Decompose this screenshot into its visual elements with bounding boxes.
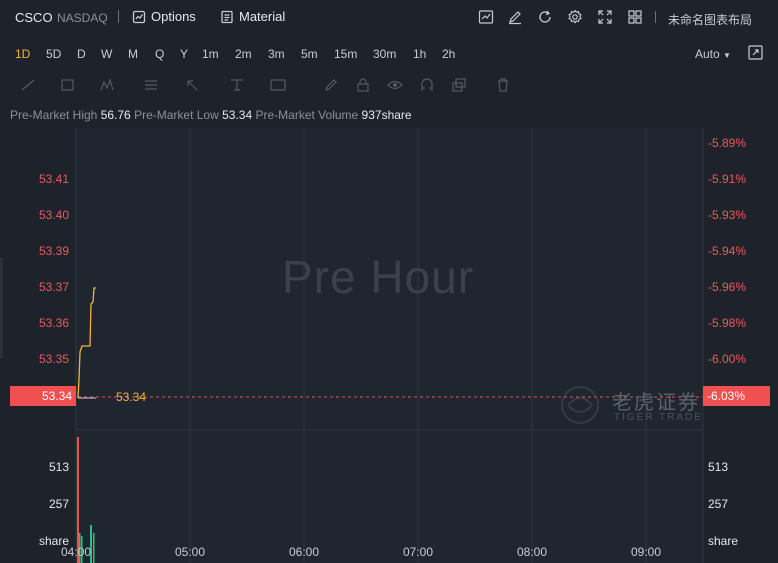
last-change-tag: -6.03% [703,386,770,406]
change-tick: -5.91% [708,172,747,186]
price-tick: 53.41 [39,172,70,186]
time-tick: 06:00 [289,545,320,559]
price-tick: 53.40 [39,208,70,222]
change-tick: -5.98% [708,316,747,330]
price-tick: 53.35 [39,352,70,366]
volume-tick: 513 [708,460,729,474]
change-tick: -5.89% [708,136,747,150]
time-tick: 05:00 [175,545,206,559]
last-price-tag: 53.34 [10,386,76,406]
chart-grid [75,128,704,563]
time-tick: 09:00 [631,545,662,559]
volume-tick: 513 [49,460,70,474]
volume-tick: 257 [708,497,729,511]
brand-cn: 老虎证券 [612,390,700,414]
price-tick: 53.36 [39,316,70,330]
volume-unit: share [708,534,739,548]
time-tick: 08:00 [517,545,548,559]
last-price-label: 53.34 [116,390,147,404]
change-tick: -6.00% [708,352,747,366]
time-tick: 04:00 [61,545,92,559]
brand-en: TIGER TRADE [614,412,704,423]
change-tick: -5.94% [708,244,747,258]
change-tick: -5.93% [708,208,747,222]
volume-bar [93,533,95,563]
price-tick: 53.37 [39,280,70,294]
volume-tick: 257 [49,497,70,511]
time-tick: 07:00 [403,545,434,559]
price-tick: 53.39 [39,244,70,258]
session-watermark: Pre Hour [282,251,475,303]
change-tick: -5.96% [708,280,747,294]
